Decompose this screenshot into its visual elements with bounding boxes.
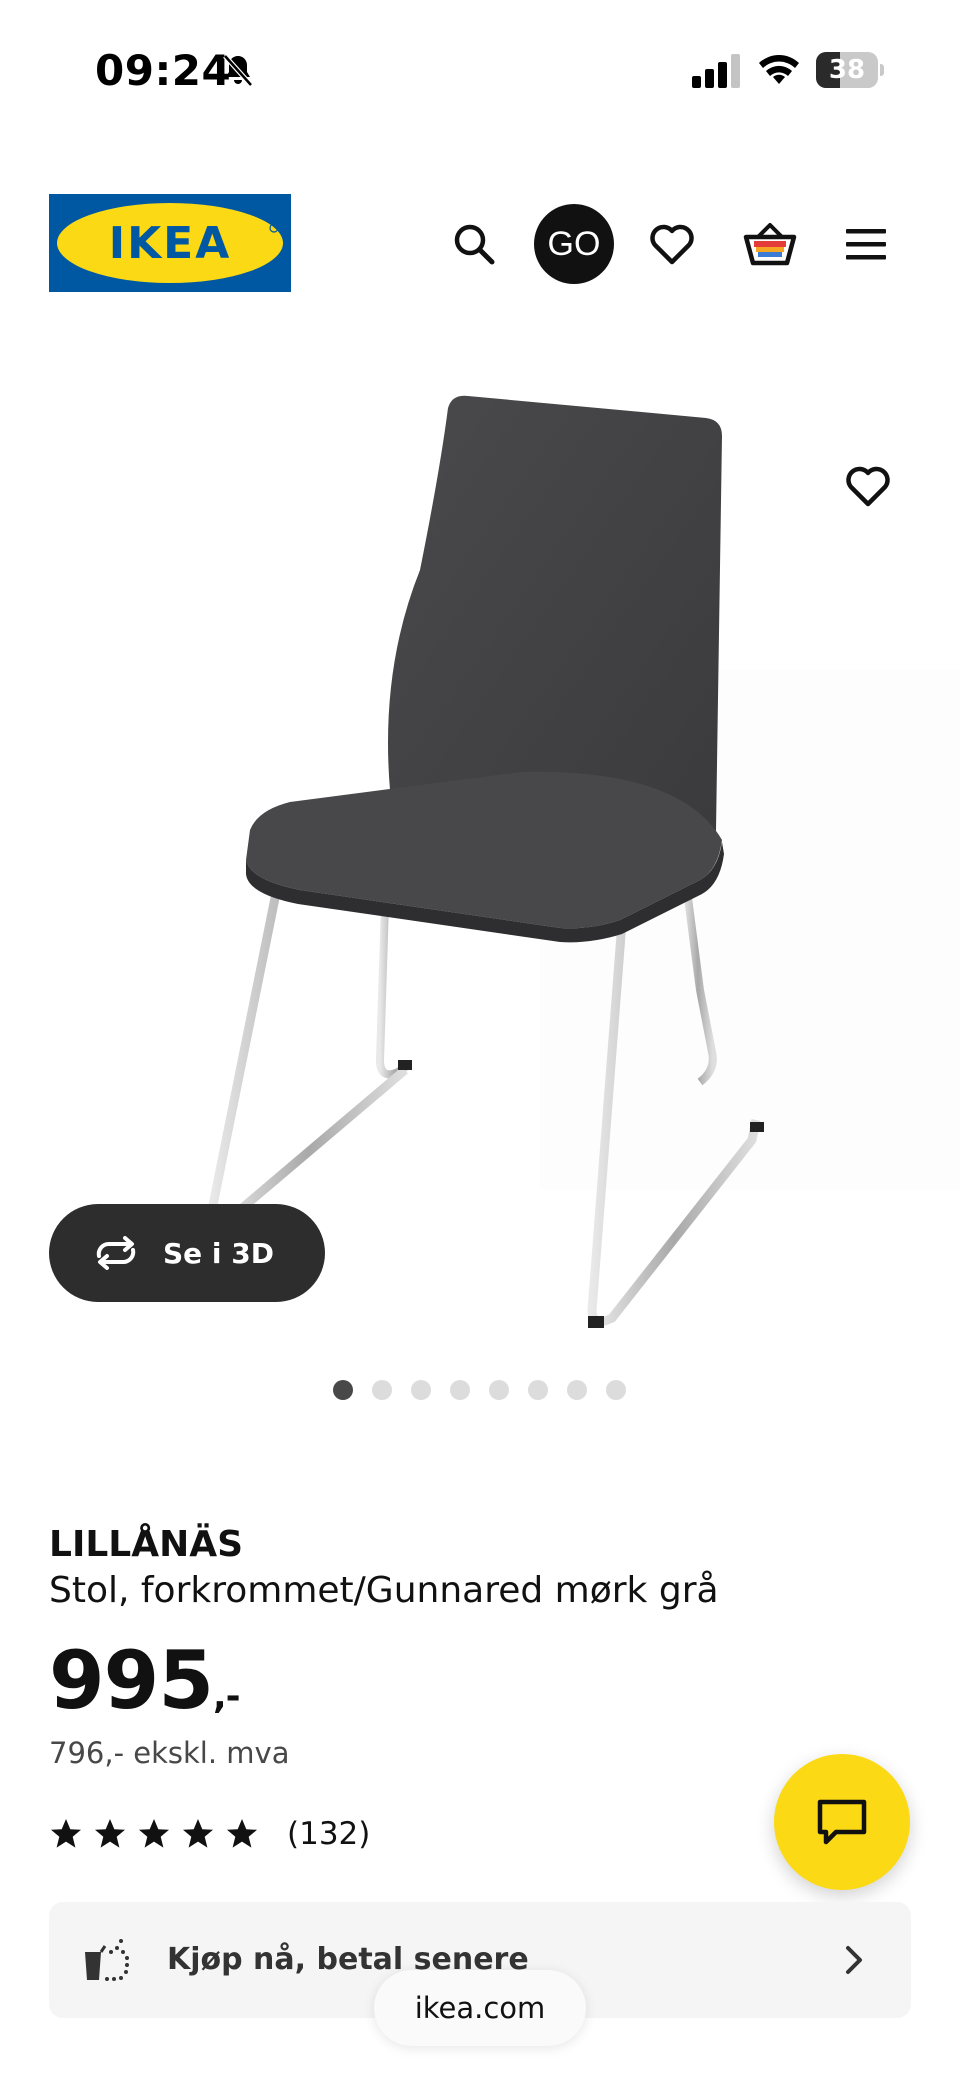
pagination-dot[interactable] bbox=[333, 1380, 353, 1400]
star-icon bbox=[51, 1819, 81, 1848]
favorites-button[interactable] bbox=[634, 206, 710, 282]
image-pagination-dots[interactable] bbox=[333, 1380, 626, 1400]
basket-icon bbox=[743, 223, 797, 266]
add-to-favorites-button[interactable] bbox=[832, 450, 904, 522]
pagination-dot[interactable] bbox=[606, 1380, 626, 1400]
heart-icon bbox=[846, 466, 890, 507]
pagination-dot[interactable] bbox=[450, 1380, 470, 1400]
heart-icon bbox=[650, 224, 694, 265]
product-rating[interactable]: (132) bbox=[49, 1812, 370, 1856]
pagination-dot[interactable] bbox=[411, 1380, 431, 1400]
logo-text: IKEA bbox=[109, 218, 232, 269]
wifi-icon bbox=[759, 55, 799, 84]
rotate-3d-icon bbox=[96, 1236, 136, 1270]
pagination-dot[interactable] bbox=[567, 1380, 587, 1400]
search-button[interactable] bbox=[436, 206, 512, 282]
rating-stars bbox=[49, 1817, 269, 1851]
battery-level: 38 bbox=[828, 55, 866, 85]
price-value: 995 bbox=[49, 1634, 214, 1727]
browser-url-bar[interactable]: ikea.com bbox=[374, 1970, 586, 2046]
pagination-dot[interactable] bbox=[489, 1380, 509, 1400]
chat-icon bbox=[817, 1799, 867, 1845]
product-description: Stol, forkrommet/Gunnared mørk grå bbox=[49, 1570, 719, 1611]
bell-off-icon bbox=[223, 54, 253, 87]
menu-button[interactable] bbox=[828, 206, 904, 282]
go-button[interactable]: GO bbox=[534, 204, 614, 284]
star-icon bbox=[139, 1819, 169, 1848]
view-in-3d-label: Se i 3D bbox=[163, 1236, 274, 1270]
star-icon bbox=[95, 1819, 125, 1848]
star-icon bbox=[227, 1819, 257, 1848]
pagination-dot[interactable] bbox=[528, 1380, 548, 1400]
payment-split-icon bbox=[85, 1939, 129, 1981]
menu-icon bbox=[846, 229, 886, 260]
battery-indicator: 38 bbox=[816, 52, 884, 88]
cellular-signal-icon bbox=[692, 54, 740, 88]
review-count[interactable]: (132) bbox=[287, 1816, 370, 1852]
product-name: LILLÅNÄS bbox=[49, 1524, 243, 1565]
product-price: 995,- bbox=[49, 1634, 241, 1727]
price-excluding-vat: 796,- ekskl. mva bbox=[49, 1736, 290, 1770]
pagination-dot[interactable] bbox=[372, 1380, 392, 1400]
price-suffix: ,- bbox=[213, 1676, 241, 1717]
basket-button[interactable] bbox=[732, 206, 808, 282]
view-in-3d-button[interactable]: Se i 3D bbox=[49, 1204, 325, 1302]
status-time: 09:24 bbox=[95, 46, 232, 95]
chevron-right-icon bbox=[846, 1946, 862, 1974]
search-icon bbox=[454, 224, 495, 265]
star-icon bbox=[183, 1819, 213, 1848]
ikea-logo[interactable]: IKEA bbox=[49, 194, 291, 292]
chat-button[interactable] bbox=[774, 1754, 910, 1890]
status-bar: 09:24 38 bbox=[0, 0, 960, 140]
